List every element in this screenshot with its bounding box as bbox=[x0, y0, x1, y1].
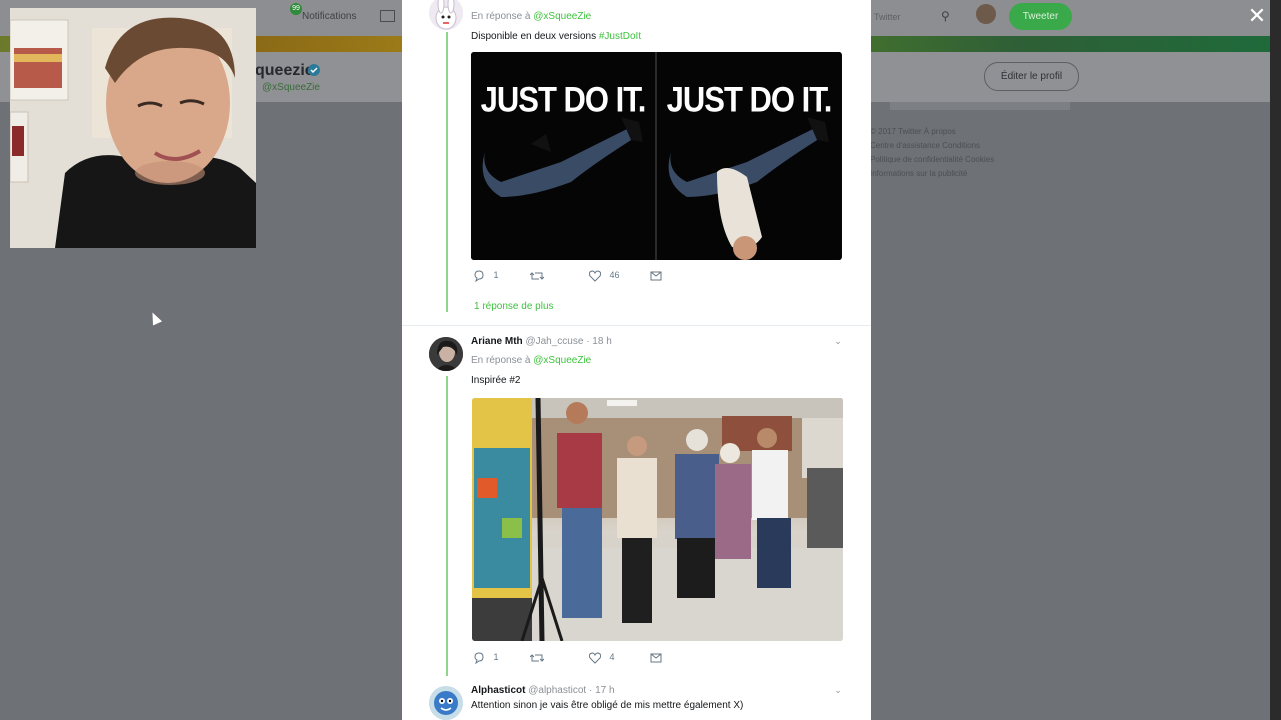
twitter-label: Twitter bbox=[874, 12, 901, 22]
sidebar-card bbox=[890, 102, 1070, 110]
webcam-overlay bbox=[10, 8, 256, 248]
profile-handle: @xSqueeZie bbox=[262, 82, 320, 93]
profile-name: queezie bbox=[255, 62, 314, 79]
reply-button[interactable]: 1 bbox=[473, 270, 499, 282]
retweet-icon bbox=[530, 272, 544, 280]
tweet3-author-name[interactable]: Alphasticot bbox=[471, 685, 525, 696]
verified-icon bbox=[308, 64, 320, 76]
footer-line-3[interactable]: Politique de confidentialité Cookies bbox=[870, 155, 994, 164]
tweet2-header: Ariane Mth @Jah_ccuse · 18 h bbox=[471, 336, 612, 347]
tweet3-author-handle[interactable]: @alphasticot bbox=[528, 685, 586, 696]
user-avatar-icon bbox=[429, 337, 463, 371]
reply-prefix: En réponse à bbox=[471, 11, 531, 22]
dancing-group-photo bbox=[472, 398, 843, 641]
tweet1-avatar[interactable] bbox=[429, 0, 463, 30]
reply-mention-link[interactable]: @xSqueeZie bbox=[533, 11, 591, 22]
heart-icon bbox=[589, 652, 601, 664]
notifications-link[interactable]: Notifications bbox=[302, 11, 356, 22]
message-button[interactable] bbox=[650, 270, 662, 282]
messages-icon[interactable] bbox=[380, 10, 395, 22]
thread-line bbox=[446, 32, 448, 312]
tweet2-reply-context: En réponse à @xSqueeZie bbox=[471, 355, 591, 366]
reply-button[interactable]: 1 bbox=[473, 652, 499, 664]
tweet3-header: Alphasticot @alphasticot · 17 h bbox=[471, 685, 615, 696]
mouse-cursor-icon bbox=[147, 310, 163, 326]
scrollbar-area[interactable] bbox=[1270, 0, 1281, 720]
tweet2-actions: 1 4 bbox=[473, 652, 673, 666]
tweet3-more-chevron-down-icon[interactable]: ⌄ bbox=[833, 685, 843, 695]
tweet1-actions: 1 46 bbox=[473, 270, 673, 284]
close-modal-button[interactable]: ✕ bbox=[1245, 4, 1269, 28]
tweet2-image[interactable] bbox=[472, 398, 843, 641]
tweeter-button[interactable]: Tweeter bbox=[1009, 3, 1072, 30]
tweet1-body: Disponible en deux versions bbox=[471, 31, 597, 42]
image-panel-right: JUST DO IT. bbox=[657, 52, 841, 260]
reply-mention-link[interactable]: @xSqueeZie bbox=[533, 355, 591, 366]
reply-icon bbox=[474, 652, 484, 664]
footer-line-1[interactable]: © 2017 Twitter À propos bbox=[870, 127, 956, 136]
tweet3-avatar[interactable] bbox=[429, 686, 463, 720]
reply-icon bbox=[474, 270, 484, 282]
edit-profile-button[interactable]: Éditer le profil bbox=[984, 62, 1079, 91]
message-button[interactable] bbox=[650, 652, 662, 664]
like-button[interactable]: 46 bbox=[589, 270, 620, 282]
envelope-icon bbox=[650, 653, 662, 663]
tweet2-avatar[interactable] bbox=[429, 337, 463, 371]
legs-figure-icon bbox=[482, 117, 643, 197]
like-count: 4 bbox=[609, 652, 615, 663]
tweet2-text: Inspirée #2 bbox=[471, 375, 521, 386]
tweet3-timestamp[interactable]: · 17 h bbox=[589, 685, 615, 696]
cartoon-avatar-icon bbox=[429, 686, 463, 720]
reply-prefix: En réponse à bbox=[471, 355, 531, 366]
tweet1-reply-context: En réponse à @xSqueeZie bbox=[471, 11, 591, 22]
tweet1-text: Disponible en deux versions #JustDoIt bbox=[471, 31, 641, 42]
search-icon[interactable]: ⚲ bbox=[941, 9, 955, 23]
upside-down-person-icon bbox=[668, 117, 829, 260]
tweet2-more-chevron-down-icon[interactable]: ⌄ bbox=[833, 336, 843, 346]
tweet-divider bbox=[402, 325, 871, 326]
retweet-button[interactable] bbox=[530, 652, 544, 664]
tweet1-image[interactable]: JUST DO IT. JUST DO IT. bbox=[471, 52, 842, 260]
reply-count: 1 bbox=[493, 652, 499, 663]
hashtag-link[interactable]: #JustDoIt bbox=[599, 31, 641, 42]
reply-count: 1 bbox=[493, 270, 499, 281]
like-count: 46 bbox=[609, 270, 620, 281]
retweet-icon bbox=[530, 654, 544, 662]
webcam-image bbox=[10, 8, 256, 248]
like-button[interactable]: 4 bbox=[589, 652, 615, 664]
footer-line-4[interactable]: Informations sur la publicité bbox=[870, 169, 967, 178]
more-replies-link[interactable]: 1 réponse de plus bbox=[474, 301, 554, 312]
footer-line-2[interactable]: Centre d'assistance Conditions bbox=[870, 141, 980, 150]
tweet2-timestamp[interactable]: · 18 h bbox=[586, 336, 612, 347]
tweet3-text: Attention sinon je vais être obligé de m… bbox=[471, 700, 744, 711]
envelope-icon bbox=[650, 271, 662, 281]
retweet-button[interactable] bbox=[530, 270, 544, 282]
tweet2-author-handle[interactable]: @Jah_ccuse bbox=[525, 336, 583, 347]
heart-icon bbox=[589, 270, 601, 282]
image-panel-left: JUST DO IT. bbox=[471, 52, 655, 260]
thread-line bbox=[446, 376, 448, 676]
rabbit-avatar-icon bbox=[429, 0, 463, 30]
notifications-count-badge: 99 bbox=[290, 3, 302, 15]
tweet2-author-name[interactable]: Ariane Mth bbox=[471, 336, 523, 347]
profile-avatar[interactable] bbox=[976, 4, 996, 24]
